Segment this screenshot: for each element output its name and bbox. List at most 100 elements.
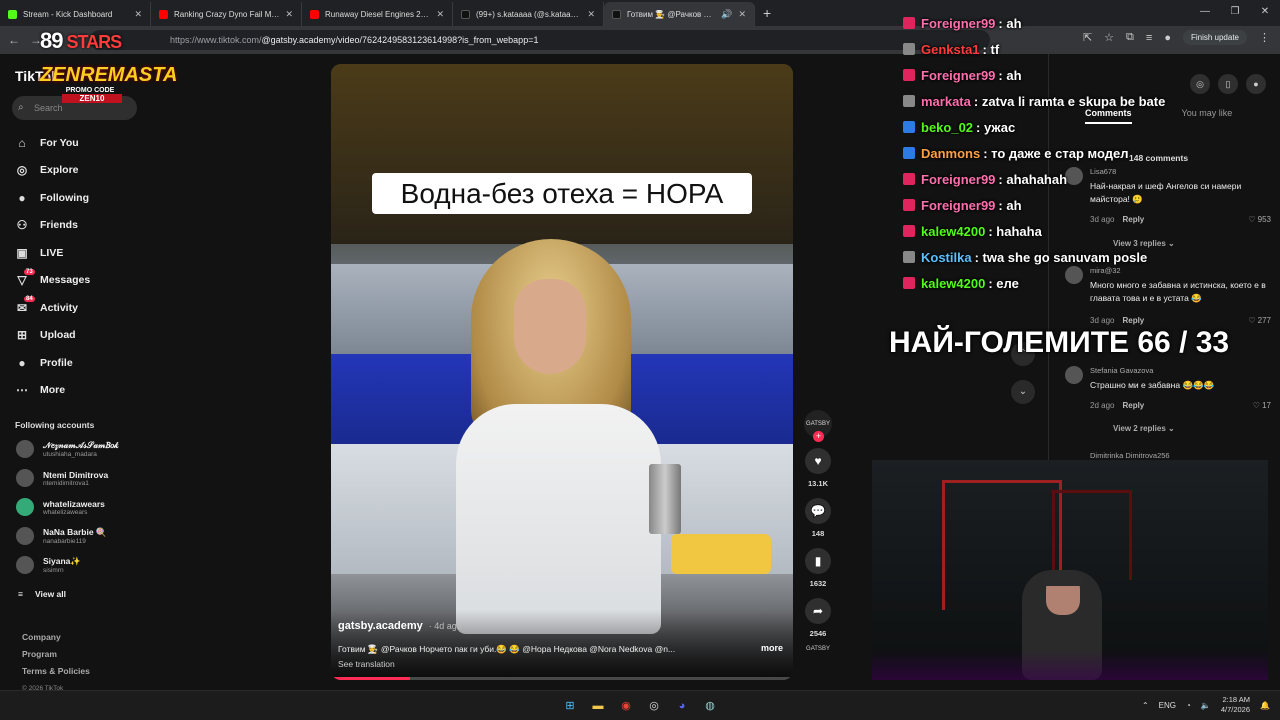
browser-tab-active[interactable]: Готвим 👨‍🍳 @Рачков Нор 🔊 ✕ (604, 2, 755, 26)
sidebar-item-following[interactable]: ● Following (14, 184, 90, 212)
notifications-icon[interactable]: 🔔 (1260, 701, 1270, 710)
video-chips (671, 534, 771, 574)
windows-start-icon[interactable]: ⊞ (560, 696, 580, 716)
comment-like[interactable]: ♡ 17 (1253, 401, 1271, 410)
chat-username[interactable]: kalew4200 (921, 224, 985, 239)
sidebar-item-live[interactable]: ▣ LIVE (14, 239, 90, 267)
following-account[interactable]: NaNa Barbie 🍭 nanabarbie119 (16, 527, 107, 545)
music-disc[interactable]: GATSBY (804, 646, 832, 664)
browser-tab[interactable]: Ranking Crazy Dyno Fail Mome ✕ (151, 2, 302, 26)
sidebar-item-upload[interactable]: ⊞ Upload (14, 322, 90, 350)
comment-user[interactable]: Stefania Gavazova (1090, 366, 1153, 375)
close-tab-icon[interactable]: ✕ (587, 9, 595, 20)
reply-button[interactable]: Reply (1122, 316, 1144, 325)
chat-message: Foreigner99: ah (903, 62, 1223, 88)
close-tab-icon[interactable]: ✕ (436, 9, 444, 20)
view-all-link[interactable]: ≡ View all (18, 589, 66, 599)
comment-user[interactable]: Dimitrinka Dimitrova256 (1090, 451, 1170, 460)
chrome-icon[interactable]: ◉ (616, 696, 636, 716)
browser-tab[interactable]: Runaway Diesel Engines 2022 - ✕ (302, 2, 453, 26)
sidebar-item-friends[interactable]: ⚇ Friends (14, 212, 90, 240)
footer-link-terms[interactable]: Terms & Policies (22, 663, 90, 680)
see-translation-link[interactable]: See translation (338, 659, 395, 669)
follow-plus-icon[interactable]: + (813, 431, 824, 442)
tab-title: (99+) s.kataaaa (@s.kataaaa)'s v (476, 9, 581, 19)
footer-link-company[interactable]: Company (22, 629, 90, 646)
user-avatar[interactable]: ● (1246, 74, 1266, 94)
account-name: whatelizawears (43, 498, 105, 509)
comment-action[interactable]: 💬 148 (800, 498, 836, 538)
brand-name: ZENREMASTA (40, 64, 178, 86)
video-progress-bar[interactable] (331, 677, 793, 680)
following-account[interactable]: whatelizawears whatelizawears (16, 498, 105, 516)
comment-like-count: 17 (1262, 401, 1271, 410)
sidebar-item-for-you[interactable]: ⌂ For You (14, 129, 90, 157)
close-tab-icon[interactable]: ✕ (134, 9, 142, 20)
sidebar-item-explore[interactable]: ◎ Explore (14, 157, 90, 185)
compass-icon: ◎ (16, 163, 28, 178)
maximize-button[interactable]: ❐ (1220, 0, 1250, 24)
url-input[interactable]: https://www.tiktok.com/@gatsby.academy/v… (90, 30, 990, 50)
chat-username[interactable]: Foreigner99 (921, 172, 995, 187)
like-action[interactable]: ♥ 13.1K (800, 448, 836, 488)
chat-username[interactable]: beko_02 (921, 120, 973, 135)
steam-icon[interactable]: ◍ (700, 696, 720, 716)
back-button[interactable]: ← (8, 33, 20, 47)
chat-username[interactable]: Kostilka (921, 250, 972, 265)
chat-username[interactable]: Foreigner99 (921, 198, 995, 213)
browser-tab[interactable]: Stream - Kick Dashboard ✕ (0, 2, 151, 26)
sidebar-item-activity[interactable]: ✉ 84 Activity (14, 294, 90, 322)
browser-tab[interactable]: (99+) s.kataaaa (@s.kataaaa)'s v ✕ (453, 2, 604, 26)
menu-icon[interactable]: ⋮ (1259, 31, 1270, 44)
sidebar-item-more[interactable]: ⋯ More (14, 377, 90, 405)
chat-username[interactable]: Foreigner99 (921, 68, 995, 83)
following-account[interactable]: 𝒩𝑒𝓏𝓃𝒶𝓂𝒜𝓈𝒮𝒶𝓂𝐵𝑜𝓀 utushiaha_madara (16, 440, 119, 458)
brand-number: 89 (40, 28, 64, 53)
comment-like[interactable]: ♡ 277 (1248, 316, 1271, 325)
account-name: NaNa Barbie 🍭 (43, 527, 107, 537)
file-explorer-icon[interactable]: ▬ (588, 696, 608, 716)
chat-username[interactable]: Foreigner99 (921, 16, 995, 31)
video-username[interactable]: gatsby.academy · 4d ago (338, 620, 462, 632)
avatar[interactable] (1065, 366, 1083, 384)
list-icon: ≡ (18, 589, 23, 599)
sidebar-item-messages[interactable]: ▽ 73 Messages (14, 267, 90, 295)
volume-icon[interactable]: 🔈 (1201, 701, 1211, 710)
footer-link-program[interactable]: Program (22, 646, 90, 663)
following-account[interactable]: Ntemi Dimitrova ntemidimitrova1 (16, 469, 108, 487)
discord-icon[interactable]: ◕ (672, 696, 692, 716)
friends-icon: ⚇ (16, 218, 28, 233)
comment-like[interactable]: ♡ 953 (1248, 215, 1271, 224)
creator-avatar[interactable]: GATSBY + (804, 410, 832, 442)
like-count: 13.1K (807, 479, 828, 488)
view-replies-button[interactable]: View 2 replies ⌄ (1113, 424, 1175, 433)
tray-chevron-icon[interactable]: ⌃ (1142, 701, 1149, 710)
reply-button[interactable]: Reply (1122, 401, 1144, 410)
network-icon[interactable]: ◔ (1186, 701, 1191, 710)
share-action[interactable]: ➦ 2546 (800, 598, 836, 638)
chat-message: Genksta1: tf (903, 36, 1223, 62)
new-tab-button[interactable]: + (763, 5, 771, 21)
close-tab-icon[interactable]: ✕ (285, 9, 293, 20)
close-window-button[interactable]: ✕ (1250, 0, 1280, 24)
obs-icon[interactable]: ◎ (644, 696, 664, 716)
sidebar-item-profile[interactable]: ● Profile (14, 349, 90, 377)
chat-username[interactable]: kalew4200 (921, 276, 985, 291)
chat-username[interactable]: Danmons (921, 146, 980, 161)
chat-message: kalew4200: еле (903, 270, 1223, 296)
next-video-button[interactable]: ⌄ (1011, 380, 1035, 404)
chat-username[interactable]: Genksta1 (921, 42, 980, 57)
close-tab-icon[interactable]: ✕ (738, 9, 746, 20)
video-scene-wall (331, 64, 793, 244)
following-account[interactable]: Siyana✨ sisimrn (16, 556, 81, 574)
video-player[interactable]: Водна-без отеха = НОРА gatsby.academy · 4… (331, 64, 793, 680)
video-action-bar: GATSBY + ♥ 13.1K 💬 148 ▮ 1632 ➦ 2546 GATSBY (800, 410, 836, 664)
chat-message: Foreigner99: ah (903, 10, 1223, 36)
chat-username[interactable]: markata (921, 94, 971, 109)
speaker-icon[interactable]: 🔊 (721, 9, 732, 20)
more-button[interactable]: more (761, 643, 783, 653)
chat-text: : ужас (976, 119, 1016, 135)
language-indicator[interactable]: ENG (1159, 701, 1176, 710)
save-action[interactable]: ▮ 1632 (800, 548, 836, 588)
clock[interactable]: 2:18 AM 4/7/2026 (1221, 695, 1250, 715)
